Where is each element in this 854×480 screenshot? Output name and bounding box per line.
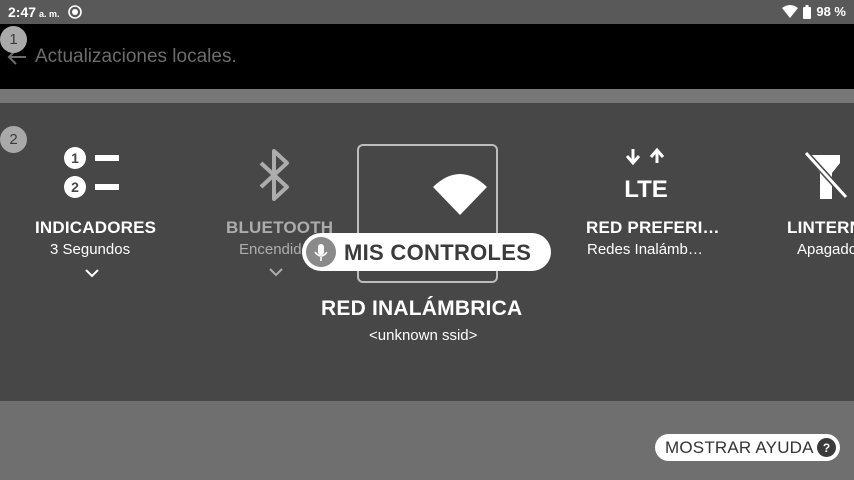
battery-icon [803, 4, 812, 19]
control-red-preferida[interactable]: LTE RED PREFERI… Redes Inalámb… [580, 143, 720, 283]
status-bar: 2:47 a. m. 98 % [0, 0, 854, 24]
battery-percent: 98 % [816, 4, 846, 19]
mis-controles-banner: MIS CONTROLES [302, 233, 551, 271]
app-bar: Actualizaciones locales. [0, 24, 854, 89]
flashlight-off-icon [804, 150, 848, 200]
sync-status-icon [68, 5, 82, 19]
help-question-icon: ? [817, 438, 836, 457]
show-help-button[interactable]: MOSTRAR AYUDA ? [655, 434, 840, 461]
svg-text:2: 2 [71, 179, 79, 195]
control-label: INDICADORES [35, 218, 157, 237]
control-label: RED INALÁMBRICA [321, 297, 523, 320]
control-sub-ssid: <unknown ssid> [369, 327, 478, 344]
control-sub: 3 Segundos [50, 241, 131, 258]
bluetooth-icon [259, 149, 289, 201]
svg-text:LTE: LTE [624, 176, 668, 201]
control-sub: Redes Inalámb… [587, 241, 703, 258]
step-badge-1: 1 [0, 26, 27, 53]
chevron-down-icon[interactable] [269, 267, 283, 277]
control-sub: Encendido [239, 241, 310, 258]
control-linterna[interactable]: LINTERNA Apagado [780, 143, 854, 283]
app-title: Actualizaciones locales. [35, 46, 237, 67]
obscured-strip [0, 89, 854, 103]
chevron-down-icon[interactable] [85, 268, 99, 278]
wifi-status-icon [782, 5, 799, 18]
status-time-value: 2:47 [8, 4, 37, 20]
control-sub: Apagado [797, 241, 854, 258]
status-ampm: a. m. [39, 9, 60, 19]
lte-icon: LTE [624, 147, 668, 201]
control-label: RED PREFERI… [586, 218, 720, 237]
step-badge-2: 2 [0, 126, 27, 153]
control-indicadores[interactable]: 1 2 INDICADORES 3 Segundos [30, 143, 157, 283]
control-label: LINTERNA [787, 218, 854, 237]
mic-icon [306, 237, 336, 267]
svg-text:1: 1 [71, 150, 79, 166]
banner-title: MIS CONTROLES [344, 240, 532, 265]
status-time: 2:47 a. m. [8, 4, 60, 20]
numbered-list-icon: 1 2 [64, 147, 119, 198]
status-right: 98 % [782, 4, 846, 19]
show-help-label: MOSTRAR AYUDA [665, 438, 814, 457]
